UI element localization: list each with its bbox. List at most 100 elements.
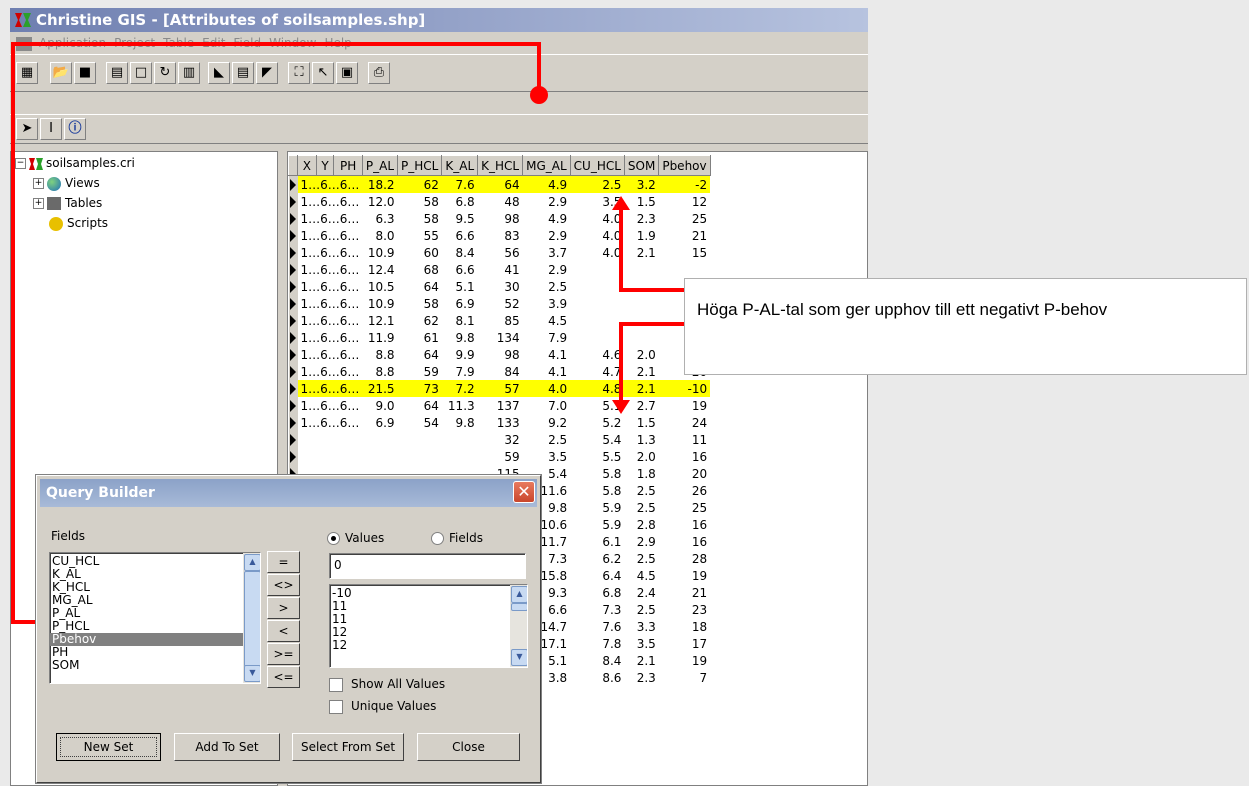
- cell-som[interactable]: 3.3: [624, 618, 658, 635]
- save-icon[interactable]: ■: [74, 62, 96, 84]
- row-selector[interactable]: [288, 431, 298, 448]
- cell-p-al[interactable]: 11.9: [362, 329, 397, 346]
- field-list-item[interactable]: CU_HCL: [50, 555, 260, 568]
- sort-descending-icon[interactable]: ▤: [232, 62, 254, 84]
- cell-mg-al[interactable]: 4.1: [523, 346, 571, 363]
- scroll-thumb[interactable]: [511, 603, 527, 611]
- field-list-item[interactable]: MG_AL: [50, 594, 260, 607]
- cell-p-al[interactable]: 12.4: [362, 261, 397, 278]
- cell-som[interactable]: 2.0: [624, 448, 658, 465]
- operator-less-than-button[interactable]: <: [267, 620, 300, 642]
- cell-pbehov[interactable]: 11: [659, 431, 710, 448]
- cell-k-hcl[interactable]: 30: [478, 278, 523, 295]
- cell-xyph[interactable]: [298, 448, 363, 465]
- cell-k-hcl[interactable]: 98: [478, 210, 523, 227]
- cell-cu-hcl[interactable]: 4.0: [570, 227, 624, 244]
- cell-p-al[interactable]: 10.5: [362, 278, 397, 295]
- cell-p-al[interactable]: [362, 448, 397, 465]
- cell-som[interactable]: [624, 295, 658, 312]
- cell-k-al[interactable]: 6.8: [442, 193, 478, 210]
- column-header[interactable]: Pbehov: [658, 155, 711, 176]
- cell-p-al[interactable]: 6.9: [362, 414, 397, 431]
- row-selector[interactable]: [288, 448, 298, 465]
- cell-som[interactable]: 3.5: [624, 635, 658, 652]
- cell-mg-al[interactable]: 4.9: [522, 175, 571, 193]
- cell-p-hcl[interactable]: [398, 448, 442, 465]
- cell-p-al[interactable]: 12.0: [362, 193, 397, 210]
- cell-cu-hcl[interactable]: 6.4: [570, 567, 624, 584]
- cell-pbehov[interactable]: 19: [659, 567, 710, 584]
- cell-p-hcl[interactable]: 62: [397, 175, 442, 193]
- cell-cu-hcl[interactable]: 7.3: [570, 601, 624, 618]
- cell-k-al[interactable]: [442, 448, 478, 465]
- cell-cu-hcl[interactable]: 5.4: [570, 431, 624, 448]
- cell-mg-al[interactable]: 3.9: [523, 295, 571, 312]
- cell-xyph[interactable]: 1…6…6…: [298, 363, 363, 380]
- cell-cu-hcl[interactable]: 2.5: [570, 175, 625, 193]
- cell-pbehov[interactable]: 21: [659, 584, 710, 601]
- cell-som[interactable]: 1.3: [624, 431, 658, 448]
- table-row[interactable]: 1…6…6… 10.5 64 5.1 30 2.5: [288, 278, 711, 295]
- cell-p-al[interactable]: 10.9: [362, 244, 397, 261]
- checkbox[interactable]: [329, 699, 343, 714]
- cell-cu-hcl[interactable]: 5.9: [570, 516, 624, 533]
- row-selector[interactable]: [288, 312, 298, 329]
- scroll-thumb[interactable]: [244, 571, 260, 667]
- collapse-icon[interactable]: −: [15, 158, 26, 169]
- unique-values-checkbox[interactable]: Unique Values: [329, 699, 436, 714]
- cell-mg-al[interactable]: 3.5: [523, 448, 571, 465]
- row-selector[interactable]: [288, 261, 298, 278]
- cell-p-hcl[interactable]: [398, 431, 442, 448]
- cell-p-hcl[interactable]: 58: [398, 210, 442, 227]
- table-row[interactable]: 1…6…6… 9.0 64 11.3 137 7.0 5.1 2.7 19: [288, 397, 711, 414]
- cell-p-hcl[interactable]: 55: [398, 227, 442, 244]
- cell-k-al[interactable]: 7.9: [442, 363, 478, 380]
- cell-k-al[interactable]: 7.2: [441, 380, 478, 397]
- table-row[interactable]: 1…6…6… 18.2 62 7.6 64 4.9 2.5 3.2 -2: [288, 175, 711, 193]
- cell-som[interactable]: 2.9: [624, 533, 658, 550]
- tree-item-views[interactable]: + Views: [33, 174, 100, 192]
- table-row[interactable]: 32 2.5 5.4 1.3 11: [288, 431, 711, 448]
- cell-pbehov[interactable]: 20: [659, 465, 710, 482]
- cell-xyph[interactable]: 1…6…6…: [298, 329, 363, 346]
- cell-pbehov[interactable]: 21: [659, 227, 710, 244]
- cell-xyph[interactable]: 1…6…6…: [298, 193, 363, 210]
- tree-item-scripts[interactable]: Scripts: [49, 214, 108, 232]
- cell-mg-al[interactable]: 2.5: [523, 431, 571, 448]
- cell-pbehov[interactable]: -10: [658, 380, 711, 397]
- cell-som[interactable]: 2.4: [624, 584, 658, 601]
- tree-project-node[interactable]: − soilsamples.cri: [15, 154, 135, 172]
- show-all-values-checkbox[interactable]: Show All Values: [329, 677, 445, 692]
- row-selector[interactable]: [288, 193, 298, 210]
- cell-som[interactable]: 2.1: [624, 244, 658, 261]
- expand-icon[interactable]: +: [33, 198, 44, 209]
- field-list-item[interactable]: PH: [50, 646, 260, 659]
- column-header[interactable]: SOM: [623, 155, 660, 176]
- radio-button[interactable]: [431, 532, 444, 545]
- sort-icon[interactable]: ◤: [256, 62, 278, 84]
- operator-less-equal-button[interactable]: <=: [267, 666, 300, 688]
- column-header[interactable]: PH: [333, 155, 363, 176]
- query-builder-icon[interactable]: ↖: [312, 62, 334, 84]
- cell-cu-hcl[interactable]: 4.0: [570, 244, 624, 261]
- cell-som[interactable]: 2.5: [624, 499, 658, 516]
- value-list-item[interactable]: -10: [330, 587, 527, 600]
- cell-k-al[interactable]: 8.4: [442, 244, 478, 261]
- cell-mg-al[interactable]: 4.5: [523, 312, 571, 329]
- row-selector[interactable]: [288, 227, 298, 244]
- cell-p-hcl[interactable]: 58: [398, 295, 442, 312]
- radio-values[interactable]: Values: [327, 531, 384, 545]
- cell-cu-hcl[interactable]: 4.7: [570, 363, 624, 380]
- value-list-item[interactable]: 12: [330, 639, 527, 652]
- close-button[interactable]: Close: [417, 733, 520, 761]
- cell-som[interactable]: 2.8: [624, 516, 658, 533]
- expand-icon[interactable]: +: [33, 178, 44, 189]
- row-selector[interactable]: [288, 278, 298, 295]
- cell-som[interactable]: 3.2: [624, 175, 659, 193]
- table-row[interactable]: 1…6…6… 10.9 60 8.4 56 3.7 4.0 2.1 15: [288, 244, 711, 261]
- select-none-icon[interactable]: □: [130, 62, 152, 84]
- cell-som[interactable]: 1.5: [624, 414, 658, 431]
- cell-k-hcl[interactable]: 59: [478, 448, 523, 465]
- cell-k-hcl[interactable]: 98: [478, 346, 523, 363]
- new-table-icon[interactable]: ▦: [16, 62, 38, 84]
